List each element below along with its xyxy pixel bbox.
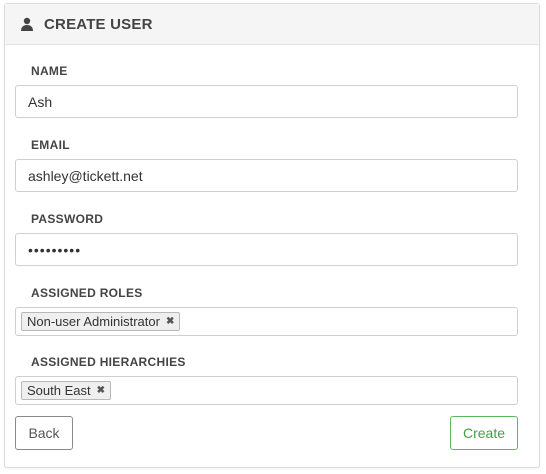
name-input[interactable] xyxy=(15,85,518,118)
hierarchy-tag: South East ✖ xyxy=(21,381,111,400)
remove-hierarchy-icon[interactable]: ✖ xyxy=(97,385,105,396)
user-icon xyxy=(20,17,34,31)
hierarchy-tag-label: South East xyxy=(27,383,91,398)
panel-header: CREATE USER xyxy=(5,4,539,45)
panel-title: CREATE USER xyxy=(44,15,153,33)
password-input[interactable] xyxy=(15,233,518,266)
back-button[interactable]: Back xyxy=(15,416,73,450)
assigned-hierarchies-select[interactable]: South East ✖ xyxy=(15,376,518,405)
email-input[interactable] xyxy=(15,159,518,192)
password-label: PASSWORD xyxy=(31,212,104,226)
role-tag: Non-user Administrator ✖ xyxy=(21,312,181,331)
email-label: EMAIL xyxy=(31,138,70,152)
create-button[interactable]: Create xyxy=(450,416,518,450)
name-label: NAME xyxy=(31,64,68,78)
assigned-roles-select[interactable]: Non-user Administrator ✖ xyxy=(15,307,518,336)
role-tag-label: Non-user Administrator xyxy=(27,314,160,329)
assigned-hierarchies-label: ASSIGNED HIERARCHIES xyxy=(31,355,186,369)
assigned-roles-label: ASSIGNED ROLES xyxy=(31,286,143,300)
remove-role-icon[interactable]: ✖ xyxy=(166,316,174,327)
